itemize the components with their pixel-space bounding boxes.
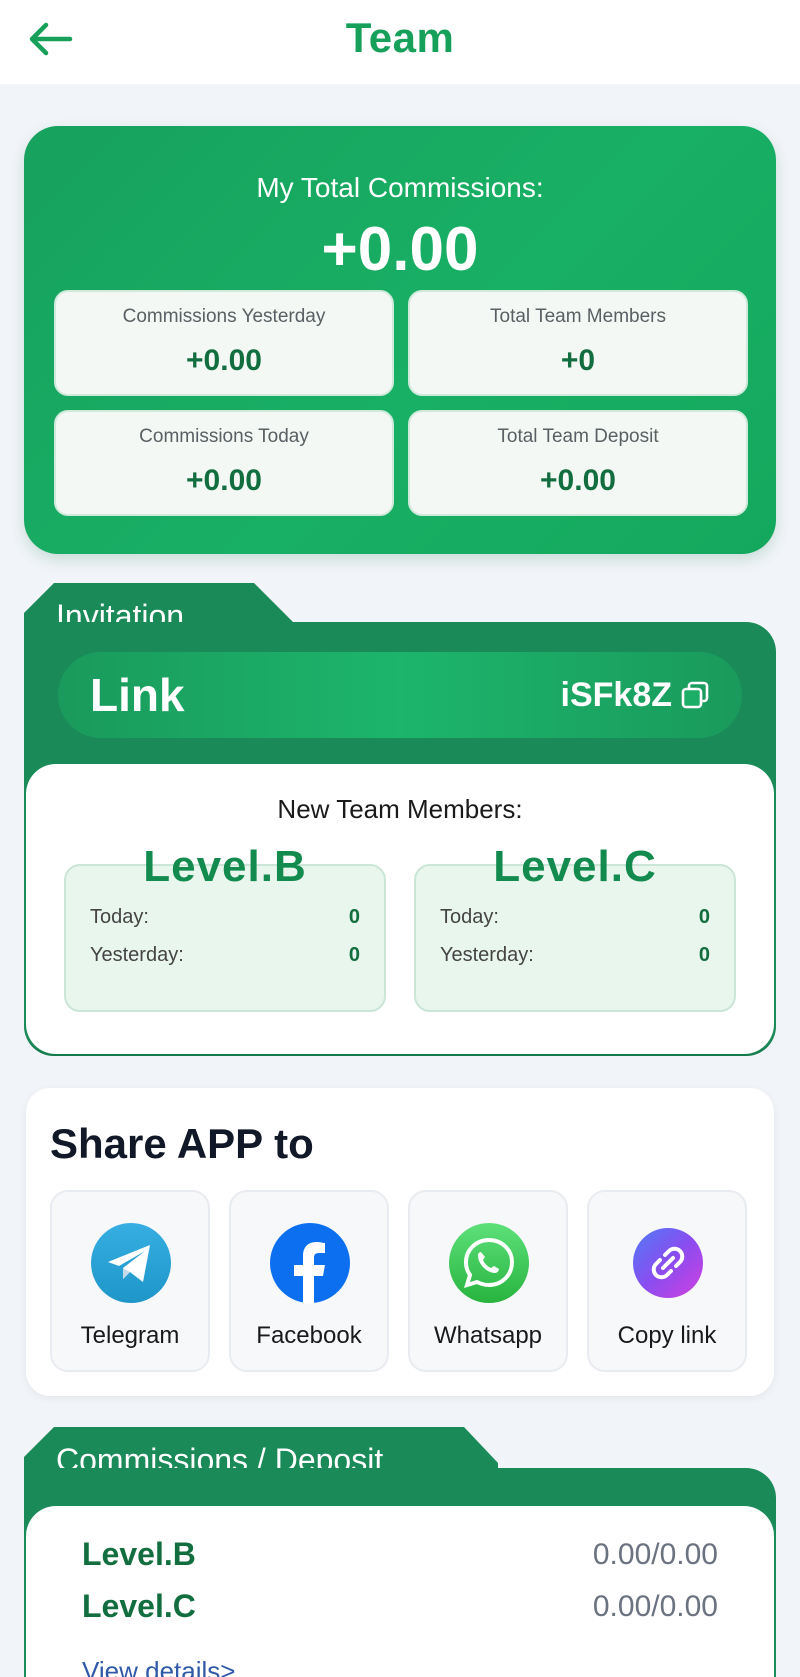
yesterday-label: Yesterday:	[440, 944, 534, 966]
share-label: Facebook	[256, 1322, 362, 1349]
cd-level: Level.B	[82, 1536, 196, 1572]
stat-commissions-yesterday: Commissions Yesterday +0.00	[54, 290, 394, 396]
copy-icon[interactable]	[680, 680, 710, 710]
cd-row-level-c: Level.C 0.00/0.00	[82, 1588, 718, 1628]
stat-total-team-members: Total Team Members +0	[408, 290, 748, 396]
yesterday-value: 0	[698, 944, 710, 966]
link-label: Link	[90, 669, 185, 721]
cd-value: 0.00/0.00	[592, 1538, 718, 1571]
level-b-box: Level.B Today: 0 Yesterday: 0	[64, 842, 386, 1012]
stat-label: Total Team Members	[490, 306, 666, 327]
yesterday-label: Yesterday:	[90, 944, 184, 966]
level-today-row: Today: 0	[90, 906, 360, 932]
view-details-link[interactable]: View details>	[82, 1656, 235, 1677]
top-bar: Team	[0, 0, 800, 84]
stat-label: Commissions Today	[139, 426, 309, 447]
share-label: Telegram	[80, 1322, 180, 1349]
level-yesterday-row: Yesterday: 0	[90, 944, 360, 970]
new-members-panel: New Team Members: Level.B Today: 0 Yeste…	[26, 764, 774, 1054]
share-card: Share APP to Telegram Facebook Whatsapp …	[26, 1088, 774, 1396]
facebook-icon	[270, 1223, 350, 1304]
copy-link-icon	[633, 1228, 703, 1298]
telegram-icon	[91, 1223, 171, 1303]
invite-link-bar: Link iSFk8Z	[58, 652, 742, 738]
commissions-total: +0.00	[321, 215, 479, 284]
stat-label: Total Team Deposit	[497, 426, 659, 447]
yesterday-value: 0	[348, 944, 360, 966]
level-name: Level.C	[493, 842, 657, 891]
invitation-card: Link iSFk8Z New Team Members: Level.B To…	[24, 622, 776, 1056]
stat-total-team-deposit: Total Team Deposit +0.00	[408, 410, 748, 516]
commission-deposit-card: Level.B 0.00/0.00 Level.C 0.00/0.00 View…	[24, 1468, 776, 1677]
share-facebook-button[interactable]: Facebook	[229, 1190, 389, 1372]
stat-commissions-today: Commissions Today +0.00	[54, 410, 394, 516]
share-whatsapp-button[interactable]: Whatsapp	[408, 1190, 568, 1372]
share-telegram-button[interactable]: Telegram	[50, 1190, 210, 1372]
cd-level: Level.C	[82, 1588, 196, 1624]
stat-label: Commissions Yesterday	[122, 306, 326, 327]
invite-code[interactable]: iSFk8Z	[561, 676, 672, 715]
today-label: Today:	[90, 906, 149, 928]
stat-value: +0.00	[186, 464, 262, 497]
page-title: Team	[345, 14, 455, 61]
level-today-row: Today: 0	[440, 906, 710, 932]
today-label: Today:	[440, 906, 499, 928]
share-label: Copy link	[617, 1322, 717, 1349]
stat-value: +0.00	[186, 344, 262, 377]
stat-value: +0.00	[540, 464, 616, 497]
commissions-card: My Total Commissions: +0.00 Commissions …	[24, 126, 776, 554]
level-name: Level.B	[143, 842, 307, 891]
share-copy-link-button[interactable]: Copy link	[587, 1190, 747, 1372]
level-c-box: Level.C Today: 0 Yesterday: 0	[414, 842, 736, 1012]
commission-deposit-panel: Level.B 0.00/0.00 Level.C 0.00/0.00 View…	[26, 1506, 774, 1677]
cd-value: 0.00/0.00	[592, 1590, 718, 1623]
today-value: 0	[698, 906, 710, 928]
commissions-title: My Total Commissions:	[256, 172, 544, 203]
new-members-title: New Team Members:	[277, 794, 523, 824]
today-value: 0	[348, 906, 360, 928]
stat-value: +0	[560, 344, 596, 377]
level-yesterday-row: Yesterday: 0	[440, 944, 710, 970]
share-title: Share APP to	[50, 1120, 314, 1167]
cd-row-level-b: Level.B 0.00/0.00	[82, 1536, 718, 1576]
share-label: Whatsapp	[433, 1322, 543, 1349]
whatsapp-icon	[449, 1223, 529, 1303]
